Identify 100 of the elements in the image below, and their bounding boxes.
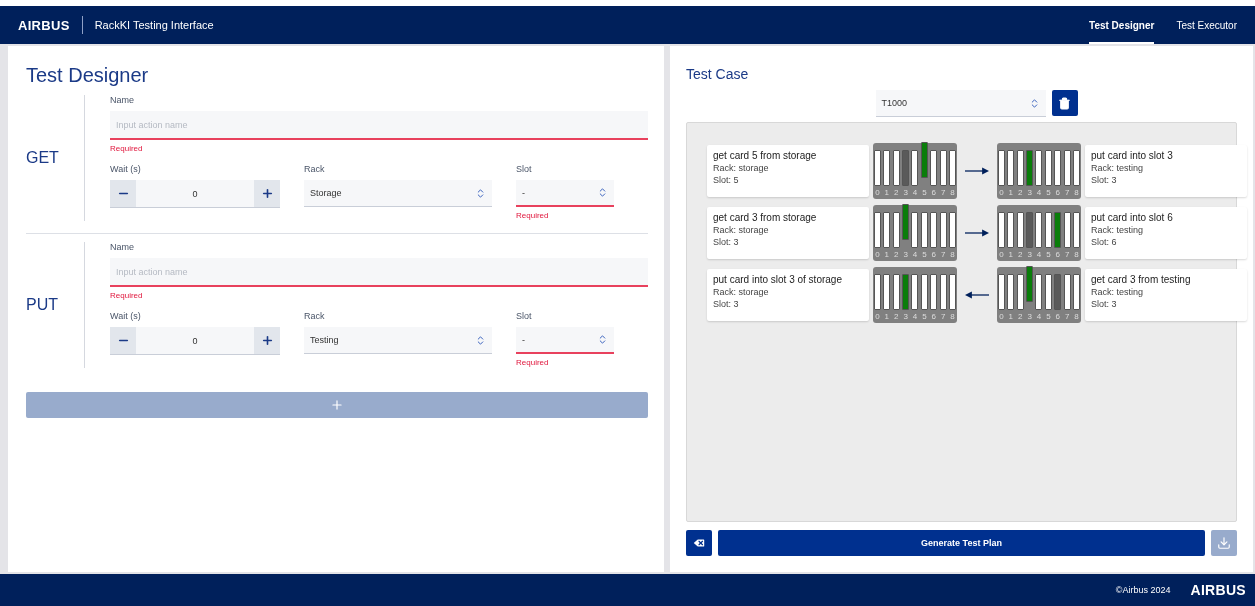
nav-tab[interactable]: Test Executor	[1176, 6, 1237, 44]
slot-number: 4	[912, 250, 918, 259]
step-slot: Slot: 3	[713, 299, 863, 309]
slot-number: 5	[922, 312, 927, 321]
step-rack: Rack: testing	[1091, 163, 1145, 173]
delete-button[interactable]	[1051, 90, 1078, 116]
step-slot: Slot: 6	[1091, 237, 1241, 247]
slot-number: 8	[1074, 312, 1079, 321]
slot-number: 5	[922, 188, 927, 197]
plus-icon	[260, 187, 274, 200]
field-label: Name	[110, 95, 135, 105]
slot-number: 0	[999, 250, 1004, 259]
slot-number: 2	[894, 312, 899, 321]
slot-select[interactable]: -	[516, 180, 614, 207]
step-title: get card 5 from storage	[713, 150, 818, 161]
slot-number: 7	[1064, 312, 1070, 321]
slot-number: 3	[903, 250, 908, 259]
step-slot: Slot: 3	[1091, 175, 1241, 185]
copyright-text: ©Airbus 2024	[1115, 585, 1171, 595]
slot-number: 7	[1064, 188, 1070, 197]
slot-number: 1	[884, 188, 890, 197]
trash-icon	[1058, 96, 1071, 110]
slot-number: 0	[999, 312, 1004, 321]
slot-number: 1	[884, 312, 890, 321]
number-field[interactable]: 0	[110, 180, 280, 208]
backspace-icon	[692, 536, 706, 550]
generate-button[interactable]: Generate Test Plan	[718, 530, 1205, 556]
field-label: Wait (s)	[110, 164, 142, 174]
slot-number: 2	[1018, 250, 1023, 259]
slot-number: 6	[931, 188, 936, 197]
updown-icon	[597, 334, 608, 345]
clear-button[interactable]	[686, 530, 712, 556]
slot-number: 1	[1008, 188, 1014, 197]
error-text: Required	[516, 211, 550, 221]
input-field[interactable]: Input action name	[110, 111, 648, 140]
field-label: Slot	[516, 164, 533, 174]
plus-button[interactable]	[254, 327, 280, 354]
plus-button[interactable]	[254, 180, 280, 207]
step-rack: Rack: testing	[1091, 225, 1145, 235]
slot-number: 5	[922, 250, 927, 259]
error-text: Required	[110, 144, 144, 154]
slot-number: 2	[1018, 312, 1023, 321]
slot-number: 3	[1027, 312, 1032, 321]
step-slot: Slot: 3	[1091, 299, 1241, 309]
panel-title: Test Designer	[26, 64, 150, 87]
slot-number: 6	[931, 312, 936, 321]
slot-number: 5	[1046, 188, 1051, 197]
action-type: PUT	[26, 242, 85, 368]
slot-number: 3	[1027, 250, 1032, 259]
rack-select[interactable]: Storage	[304, 180, 492, 207]
slot-number: 2	[1018, 188, 1023, 197]
slot-number: 7	[940, 312, 946, 321]
input-field[interactable]: Input action name	[110, 258, 648, 287]
slot-number: 3	[903, 188, 908, 197]
number-value: 0	[191, 187, 199, 201]
field-label: Rack	[304, 164, 326, 174]
number-value: 0	[191, 334, 199, 348]
slot-number: 8	[950, 250, 955, 259]
rack-select[interactable]: Testing	[304, 327, 492, 354]
slot-number: 1	[1008, 250, 1014, 259]
action-type: GET	[26, 95, 85, 221]
download-icon	[1217, 536, 1231, 550]
slot-number: 6	[1055, 312, 1060, 321]
slot-number: 5	[1046, 312, 1051, 321]
slot-number: 1	[884, 250, 890, 259]
updown-icon	[475, 187, 486, 199]
step-slot: Slot: 5	[713, 175, 863, 185]
step-title: get card 3 from testing	[1091, 274, 1192, 285]
logo: AIRBUS	[1190, 582, 1246, 598]
plus-icon	[330, 398, 344, 412]
test-case-select[interactable]: T1000	[875, 90, 1046, 117]
plus-icon	[260, 334, 274, 347]
slot-number: 0	[875, 250, 880, 259]
panel-title: Test Case	[686, 66, 750, 82]
slot-number: 6	[1055, 188, 1060, 197]
step-rack: Rack: storage	[713, 163, 770, 173]
field-label: Wait (s)	[110, 311, 142, 321]
field-label: Rack	[304, 311, 326, 321]
number-field[interactable]: 0	[110, 327, 280, 355]
step-rack: Rack: testing	[1091, 287, 1145, 297]
slot-number: 1	[1008, 312, 1014, 321]
slot-select[interactable]: -	[516, 327, 614, 354]
slot-number: 3	[1027, 188, 1032, 197]
slot-number: 2	[894, 250, 899, 259]
slot-number: 4	[912, 312, 918, 321]
field-label: Slot	[516, 311, 533, 321]
error-text: Required	[516, 358, 550, 368]
updown-icon	[475, 334, 486, 346]
slot-number: 7	[1064, 250, 1070, 259]
logo: AIRBUS	[18, 17, 70, 33]
slot-number: 8	[1074, 250, 1079, 259]
slot-number: 7	[940, 250, 946, 259]
step-slot: Slot: 3	[713, 237, 863, 247]
slot-number: 8	[950, 312, 955, 321]
slot-number: 0	[875, 188, 880, 197]
updown-icon	[597, 187, 608, 198]
slot-number: 7	[940, 188, 946, 197]
app-title: RackKI Testing Interface	[94, 19, 214, 31]
slot-number: 2	[894, 188, 899, 197]
step-title: put card into slot 3	[1091, 150, 1174, 161]
